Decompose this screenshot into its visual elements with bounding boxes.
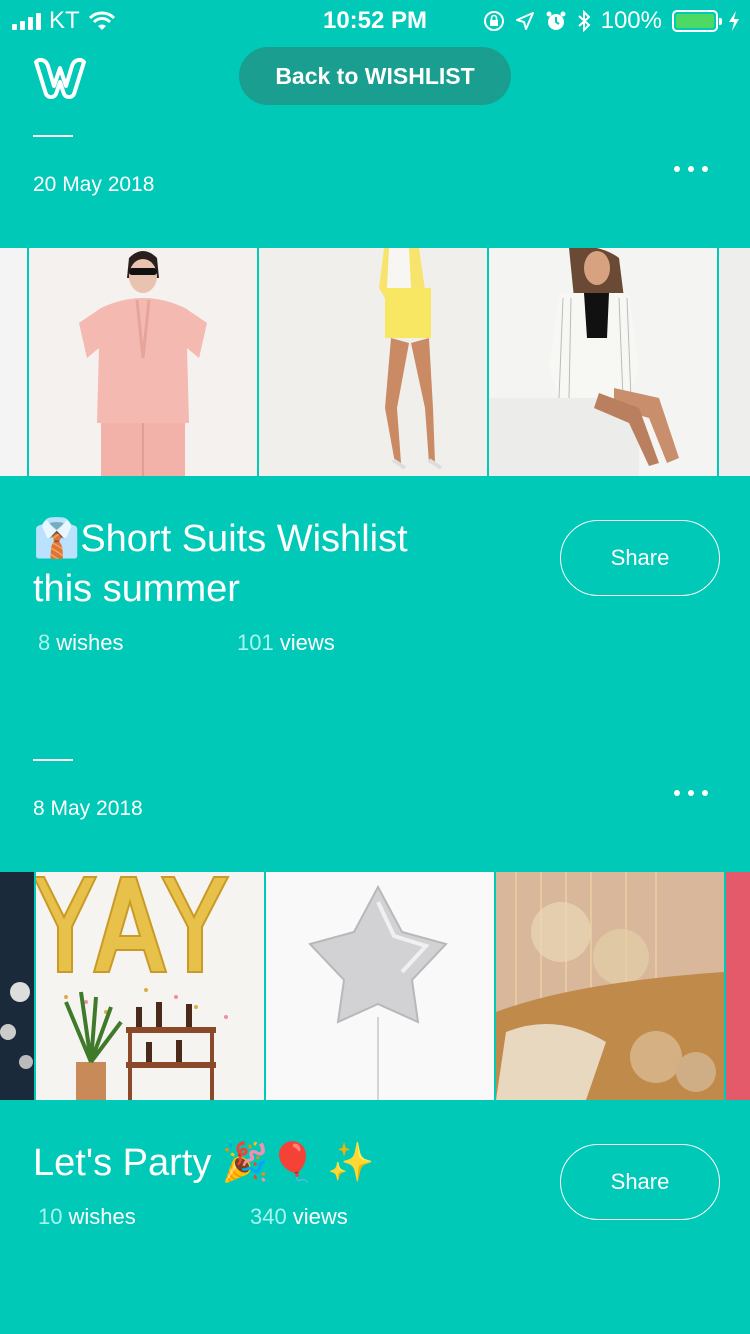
rotation-lock-icon — [483, 11, 504, 31]
image-strip[interactable] — [0, 872, 750, 1100]
wishes-count: 8 wishes — [38, 630, 124, 656]
views-count: 101 views — [237, 630, 335, 656]
battery-icon — [672, 10, 722, 32]
section-divider — [33, 135, 73, 137]
charging-icon — [729, 11, 739, 31]
wishes-count: 10 wishes — [38, 1204, 136, 1230]
pink-short-suit-image[interactable] — [29, 248, 257, 476]
partial-image — [719, 248, 750, 476]
partial-image — [0, 248, 27, 476]
wishes-number: 8 — [38, 630, 51, 655]
wishes-label: wishes — [68, 1204, 136, 1229]
silver-star-balloon-image[interactable] — [266, 872, 494, 1100]
views-label: views — [279, 630, 335, 655]
bluetooth-icon — [577, 10, 591, 32]
section-divider — [33, 759, 73, 761]
back-to-wishlist-button[interactable]: Back to WISHLIST — [239, 47, 511, 105]
wishlist-logo-icon[interactable] — [32, 56, 86, 100]
image-strip[interactable] — [0, 248, 750, 476]
share-button[interactable]: Share — [560, 520, 720, 596]
battery-percent: 100% — [600, 7, 662, 34]
location-icon — [515, 12, 534, 30]
views-label: views — [292, 1204, 348, 1229]
status-bar: KT 10:52 PM 100% — [0, 0, 750, 40]
yellow-short-suit-image[interactable] — [259, 248, 487, 476]
partial-image — [726, 872, 750, 1100]
wishlist-date: 20 May 2018 — [33, 173, 155, 196]
status-right: 100% — [483, 7, 740, 35]
white-striped-short-suit-image[interactable] — [489, 248, 717, 476]
wishlist-date: 8 May 2018 — [33, 797, 143, 820]
wishlist-title: Let's Party 🎉🎈 ✨ — [33, 1142, 375, 1184]
more-options-icon[interactable] — [674, 790, 708, 796]
wishes-number: 10 — [38, 1204, 63, 1229]
more-options-icon[interactable] — [674, 166, 708, 172]
views-number: 340 — [250, 1204, 287, 1229]
fairy-lights-balloons-image[interactable] — [496, 872, 724, 1100]
alarm-icon — [546, 11, 566, 30]
share-button[interactable]: Share — [560, 1144, 720, 1220]
wishlist-title-text: Short Suits Wishlist this summer — [33, 518, 408, 610]
partial-image — [0, 872, 34, 1100]
necktie-emoji: 👔 — [33, 518, 81, 560]
views-number: 101 — [237, 630, 274, 655]
wishlist-title: 👔Short Suits Wishlist this summer — [33, 514, 473, 614]
yay-balloons-image[interactable] — [36, 872, 264, 1100]
views-count: 340 views — [250, 1204, 348, 1230]
wishes-label: wishes — [56, 630, 124, 655]
